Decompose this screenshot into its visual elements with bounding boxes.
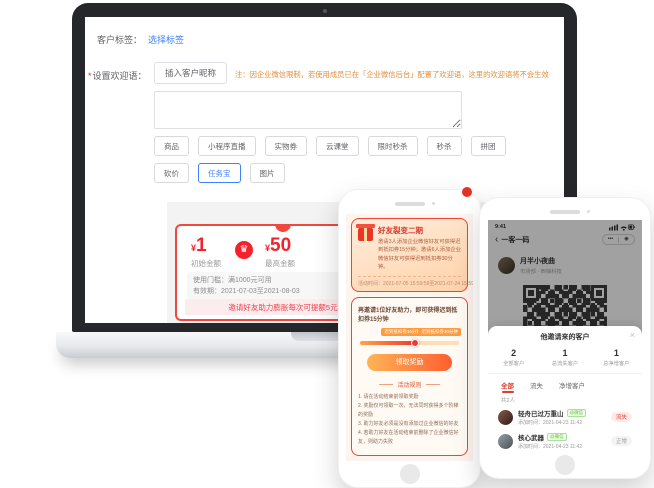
wechat-source-tag: @微信 xyxy=(567,409,587,417)
tab-lost[interactable]: 流失 xyxy=(530,380,543,390)
activity-header-card: 好友裂变二期 邀请3人添加企业微信好友可获得迟到抵扣券15分钟；邀请6人添加企业… xyxy=(351,218,468,292)
attachment-flashsale-button[interactable]: 限时秒杀 xyxy=(368,136,418,156)
phone-camera-dot xyxy=(587,210,590,213)
stat-all-customers: 2 全部客户 xyxy=(488,348,539,367)
stat-net-customers: 1 总净增客户 xyxy=(591,348,642,367)
gift-icon xyxy=(358,228,373,241)
rule-item: 4. 若助力好友在活动结束前删除了企业微信好友，则助力失败 xyxy=(358,429,461,447)
status-badge-lost: 流失 xyxy=(611,412,632,422)
claim-reward-button[interactable]: 领取奖励 xyxy=(367,354,451,371)
customer-row[interactable]: 核心武器 @微信 添加时间：2021-04-23 11:42 正常 xyxy=(488,429,642,453)
phone-qrcode-mockup: 9:41 ‹ 一客一码 ••• ◉ 月半小夜曲 市场部 · 西柚科技 xyxy=(479,197,651,479)
customer-count: 共2人 xyxy=(488,393,642,405)
customer-tag-row: 客户标签： 选择标签 xyxy=(97,33,184,46)
customer-avatar xyxy=(498,410,513,425)
coupon-threshold: 使用门槛：满1000元可用 xyxy=(193,276,353,287)
home-button[interactable] xyxy=(555,455,575,475)
attachment-seckill-button[interactable]: 秒杀 xyxy=(427,136,462,156)
attachment-row-2: 砍价 任务宝 图片 xyxy=(154,163,285,183)
coupon-usage-info: 使用门槛：满1000元可用 有效期：2021-07-03至2021-08-03 xyxy=(187,272,359,302)
status-badge-normal: 正常 xyxy=(611,436,632,446)
activity-description: 邀请3人添加企业微信好友可获得迟到抵扣券15分钟；邀请6人添加企业微信好友可获得… xyxy=(378,238,461,272)
phone-camera-dot xyxy=(432,202,435,205)
home-button[interactable] xyxy=(400,464,420,484)
attachment-groupbuy-button[interactable]: 拼团 xyxy=(471,136,506,156)
tab-net-gain[interactable]: 净增客户 xyxy=(559,380,585,390)
attachment-course-button[interactable]: 云课堂 xyxy=(316,136,359,156)
select-tag-link[interactable]: 选择标签 xyxy=(148,35,184,45)
wechat-source-tag: @微信 xyxy=(547,433,567,441)
customer-avatar xyxy=(498,434,513,449)
attachment-live-button[interactable]: 小程序直播 xyxy=(198,136,256,156)
boost-progress-track xyxy=(360,341,459,345)
phone-speaker xyxy=(550,210,580,214)
activity-time: 活动时间：2021-07-05 15:59:59至2021-07-24 15:5… xyxy=(358,276,461,287)
customer-stats: 2 全部客户 1 总流失客户 1 总净增客户 xyxy=(488,348,642,367)
attachment-row-1: 商品 小程序直播 实物券 云课堂 限时秒杀 秒杀 拼团 xyxy=(154,136,506,156)
laptop-camera-dot xyxy=(323,9,327,13)
activity-title: 好友裂变二期 xyxy=(378,225,461,236)
sheet-title: 他邀请来的客户 xyxy=(488,326,642,342)
tab-all[interactable]: 全部 xyxy=(501,380,514,390)
attachment-product-button[interactable]: 商品 xyxy=(154,136,189,156)
milestone-tag-30min: 迟到抵扣券30分钟 xyxy=(418,328,461,336)
welcome-note-text: 注：因企业微信限制，若使用成员已在「企业微信后台」配置了欢迎语，这里的欢迎语将不… xyxy=(235,70,549,80)
invited-customers-sheet: 他邀请来的客户 × 2 全部客户 1 总流失客户 1 总净增客户 xyxy=(488,326,642,454)
boost-progress-knob[interactable] xyxy=(411,339,419,347)
attachment-taskfission-button-selected[interactable]: 任务宝 xyxy=(198,163,241,183)
phone-activity-mockup: 好友裂变二期 邀请3人添加企业微信好友可获得迟到抵扣券15分钟；邀请6人添加企业… xyxy=(338,189,481,488)
coupon-validity: 有效期：2021-07-03至2021-08-03 xyxy=(193,287,353,298)
rules-divider: 活动规则 xyxy=(358,380,461,389)
close-icon[interactable]: × xyxy=(630,330,635,340)
customer-row[interactable]: 轻舟已过万重山 @微信 添加时间：2021-04-23 11:42 流失 xyxy=(488,405,642,429)
rules-title: 活动规则 xyxy=(397,380,421,389)
rule-item: 3. 助力好友必须是没有添加过企业微信的好友 xyxy=(358,420,461,429)
activity-rules: 1. 请在活动结束前领取奖励 2. 奖励仅可领取一次，无法同时获得多个阶梯的奖励… xyxy=(358,393,461,447)
marketing-mockup-stage: 客户标签： 选择标签 *设置欢迎语： 插入客户昵称 注：因企业微信限制，若使用成员… xyxy=(0,0,654,488)
boost-progress-card: 再邀请1位好友助力，即可获得迟到抵扣券15分钟 迟到抵扣券15分钟 迟到抵扣券3… xyxy=(351,297,468,456)
required-asterisk: * xyxy=(88,71,92,81)
rule-item: 1. 请在活动结束前领取奖励 xyxy=(358,393,461,402)
milestone-tags: 迟到抵扣券15分钟 迟到抵扣券30分钟 xyxy=(358,328,461,337)
attachment-image-button[interactable]: 图片 xyxy=(250,163,285,183)
coupon-initial-amount: ¥1 初始金额 xyxy=(191,235,221,269)
coupon-max-amount: ¥50 最高金额 xyxy=(265,235,295,269)
crown-icon: ♛ xyxy=(235,241,253,259)
attachment-coupon-button[interactable]: 实物券 xyxy=(265,136,308,156)
customer-tag-label: 客户标签： xyxy=(97,35,142,45)
insert-nickname-button[interactable]: 插入客户昵称 xyxy=(154,62,227,84)
welcome-label: 设置欢迎语： xyxy=(93,71,147,81)
stat-lost-customers: 1 总流失客户 xyxy=(539,348,590,367)
customer-filter-tabs: 全部 流失 净增客户 xyxy=(488,373,642,393)
notification-dot xyxy=(462,187,472,197)
activity-page: 好友裂变二期 邀请3人添加企业微信好友可获得迟到抵扣券15分钟；邀请6人添加企业… xyxy=(346,214,473,461)
attachment-bargain-button[interactable]: 砍价 xyxy=(154,163,189,183)
coupon-notch-decoration xyxy=(275,224,291,232)
invite-progress-text: 再邀请1位好友助力，即可获得迟到抵扣券15分钟 xyxy=(358,305,461,323)
rule-item: 2. 奖励仅可领取一次，无法同时获得多个阶梯的奖励 xyxy=(358,402,461,420)
boost-progress-fill xyxy=(360,341,415,345)
miniprogram-page: 9:41 ‹ 一客一码 ••• ◉ 月半小夜曲 市场部 · 西柚科技 xyxy=(488,220,642,454)
initial-amount-label: 初始金额 xyxy=(191,258,221,269)
welcome-label-row: *设置欢迎语： xyxy=(88,69,147,82)
phone-speaker xyxy=(395,202,425,206)
welcome-textarea[interactable] xyxy=(154,91,462,129)
max-amount-label: 最高金额 xyxy=(265,258,295,269)
